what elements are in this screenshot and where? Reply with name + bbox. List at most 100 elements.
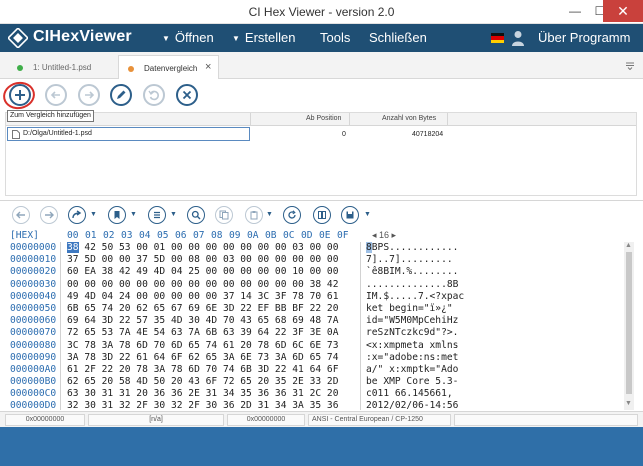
column-separator[interactable] bbox=[349, 113, 350, 126]
hex-row[interactable]: 61 2F 22 20 78 3A 78 6D 70 74 6B 3D 22 4… bbox=[67, 364, 338, 376]
ascii-row[interactable]: reSzNTczkc9d"?>. bbox=[366, 327, 464, 339]
ascii-row[interactable]: `ê8BIM.%........ bbox=[366, 266, 464, 278]
bookmark-button[interactable] bbox=[108, 206, 126, 224]
dropdown-arrow-icon[interactable]: ▼ bbox=[130, 211, 137, 218]
row-address: 000000C0 bbox=[10, 388, 57, 400]
row-address: 00000020 bbox=[10, 266, 57, 278]
hex-view[interactable]: 00000000 00000010 00000020 00000030 0000… bbox=[0, 242, 643, 413]
select-range-button[interactable] bbox=[148, 206, 166, 224]
ascii-row[interactable]: c011 66.145661, bbox=[366, 388, 464, 400]
panel-icon bbox=[318, 211, 326, 219]
hex-row[interactable]: 3A 78 3D 22 61 64 6F 62 65 3A 6E 73 3A 6… bbox=[67, 352, 338, 364]
hex-bytes-column[interactable]: 38 42 50 53 00 01 00 00 00 00 00 00 00 0… bbox=[67, 242, 338, 413]
dropdown-arrow-icon[interactable]: ▼ bbox=[266, 211, 273, 218]
tab-list-icon[interactable] bbox=[625, 60, 635, 70]
status-bar: 0x00000000 [n/a] 0x00000000 ANSI - Centr… bbox=[0, 411, 643, 427]
scrollbar-thumb[interactable] bbox=[626, 252, 632, 394]
hex-row[interactable]: 00 00 00 00 00 00 00 00 00 00 00 00 00 0… bbox=[67, 279, 338, 291]
scroll-up-icon[interactable]: ▲ bbox=[625, 242, 632, 249]
ascii-row[interactable]: a/" x:xmptk="Ado bbox=[366, 364, 464, 376]
page-indicator[interactable]: ◂ 16 ▸ bbox=[372, 230, 396, 241]
de-flag-icon[interactable] bbox=[491, 33, 504, 43]
hex-row[interactable]: 6B 65 74 20 62 65 67 69 6E 3D 22 EF BB B… bbox=[67, 303, 338, 315]
paste-button[interactable] bbox=[245, 206, 263, 224]
hex-row[interactable]: 72 65 53 7A 4E 54 63 7A 6B 63 39 64 22 3… bbox=[67, 327, 338, 339]
forward-button[interactable] bbox=[78, 84, 100, 106]
hex-row[interactable]: 62 65 20 58 4D 50 20 43 6F 72 65 20 35 2… bbox=[67, 376, 338, 388]
tab-datenvergleich[interactable]: Datenvergleich × bbox=[118, 55, 219, 79]
status-encoding[interactable]: ANSI - Central European / CP-1250 bbox=[308, 414, 451, 426]
column-header-position[interactable]: Ab Position bbox=[306, 115, 341, 122]
tab-close-icon[interactable]: × bbox=[205, 61, 211, 73]
refresh-button[interactable] bbox=[283, 206, 301, 224]
minimize-button[interactable]: — bbox=[561, 0, 589, 22]
save-button[interactable] bbox=[341, 206, 359, 224]
ascii-row[interactable]: be XMP Core 5.3- bbox=[366, 376, 464, 388]
status-dot-icon bbox=[128, 66, 134, 72]
hex-row[interactable]: 3C 78 3A 78 6D 70 6D 65 74 61 20 78 6D 6… bbox=[67, 340, 338, 352]
column-separator[interactable] bbox=[447, 113, 448, 126]
cell-position: 0 bbox=[342, 131, 346, 138]
column-offset: 07 bbox=[193, 230, 205, 241]
tab-untitled[interactable]: 1: Untitled-1.psd bbox=[7, 55, 112, 79]
hex-row[interactable]: 69 64 3D 22 57 35 4D 30 4D 70 43 65 68 6… bbox=[67, 315, 338, 327]
search-button[interactable] bbox=[187, 206, 205, 224]
hex-row[interactable]: 38 42 50 53 00 01 00 00 00 00 00 00 00 0… bbox=[67, 242, 338, 254]
remove-icon bbox=[182, 90, 192, 100]
dropdown-arrow-icon[interactable]: ▼ bbox=[170, 211, 177, 218]
scroll-down-icon[interactable]: ▼ bbox=[625, 400, 632, 407]
remove-button[interactable] bbox=[176, 84, 198, 106]
menu-tools[interactable]: Tools bbox=[320, 30, 350, 45]
hex-row[interactable]: 37 5D 00 00 37 5D 00 08 00 03 00 00 00 0… bbox=[67, 254, 338, 266]
save-icon bbox=[346, 211, 354, 219]
close-window-button[interactable]: ✕ bbox=[603, 0, 643, 22]
menu-schliessen[interactable]: Schließen bbox=[369, 30, 427, 45]
column-offset: 0E bbox=[319, 230, 331, 241]
menu-erstellen[interactable]: ▼ Erstellen bbox=[232, 30, 296, 45]
column-offset: 0C bbox=[283, 230, 295, 241]
copy-button[interactable] bbox=[215, 206, 233, 224]
back-button[interactable] bbox=[45, 84, 67, 106]
splitter[interactable] bbox=[0, 200, 643, 201]
edit-button[interactable] bbox=[110, 84, 132, 106]
ascii-row[interactable]: 7]..7]......... bbox=[366, 254, 464, 266]
table-row[interactable]: D:/Olga/Untitled-1.psd bbox=[7, 127, 250, 141]
goto-button[interactable] bbox=[68, 206, 86, 224]
hex-row[interactable]: 63 30 31 31 20 36 36 2E 31 34 35 36 36 3… bbox=[67, 388, 338, 400]
menu-label: Öffnen bbox=[174, 30, 214, 45]
undo-icon bbox=[148, 90, 159, 101]
hex-row-rest: 42 50 53 00 01 00 00 00 00 00 00 00 03 0… bbox=[78, 242, 339, 253]
dropdown-arrow-icon[interactable]: ▼ bbox=[364, 211, 371, 218]
column-offset: 04 bbox=[139, 230, 151, 241]
column-offset: 01 bbox=[85, 230, 97, 241]
ascii-row[interactable]: ..............8B bbox=[366, 279, 464, 291]
cursor-byte[interactable]: 38 bbox=[67, 242, 79, 253]
menu-oeffnen[interactable]: ▼ Öffnen bbox=[162, 30, 214, 45]
list-icon bbox=[154, 211, 160, 219]
ascii-row[interactable]: <x:xmpmeta xmlns bbox=[366, 340, 464, 352]
nav-back-button[interactable] bbox=[12, 206, 30, 224]
ascii-row-rest: BPS............ bbox=[371, 242, 459, 253]
cell-bytes: 40718204 bbox=[412, 131, 444, 138]
ascii-row[interactable]: IM.$.....7.<?xpac bbox=[366, 291, 464, 303]
nav-forward-button[interactable] bbox=[40, 206, 58, 224]
search-icon bbox=[191, 210, 201, 220]
dropdown-arrow-icon[interactable]: ▼ bbox=[90, 211, 97, 218]
column-header-bytes[interactable]: Anzahl von Bytes bbox=[382, 115, 436, 122]
undo-button[interactable] bbox=[143, 84, 165, 106]
menu-about[interactable]: Über Programm bbox=[538, 30, 630, 45]
hex-row[interactable]: 49 4D 04 24 00 00 00 00 00 37 14 3C 3F 7… bbox=[67, 291, 338, 303]
dropdown-arrow-icon: ▼ bbox=[232, 34, 240, 43]
hex-header: [HEX] 00 01 02 03 04 05 06 07 08 09 0A 0… bbox=[0, 229, 643, 241]
ascii-row[interactable]: 8BPS............ bbox=[366, 242, 464, 254]
hex-row[interactable]: 60 EA 38 42 49 4D 04 25 00 00 00 00 00 1… bbox=[67, 266, 338, 278]
ascii-column[interactable]: 8BPS............ 7]..7]......... `ê8BIM.… bbox=[366, 242, 464, 413]
panel-toggle-button[interactable] bbox=[313, 206, 331, 224]
user-icon[interactable] bbox=[512, 30, 524, 46]
ascii-row[interactable]: ket begin="ï»¿" bbox=[366, 303, 464, 315]
ascii-row[interactable]: id="W5M0MpCehiHz bbox=[366, 315, 464, 327]
column-separator[interactable] bbox=[250, 113, 251, 126]
ascii-row[interactable]: :x="adobe:ns:met bbox=[366, 352, 464, 364]
vertical-scrollbar[interactable]: ▲ ▼ bbox=[624, 242, 634, 410]
address-column: 00000000 00000010 00000020 00000030 0000… bbox=[10, 242, 56, 413]
